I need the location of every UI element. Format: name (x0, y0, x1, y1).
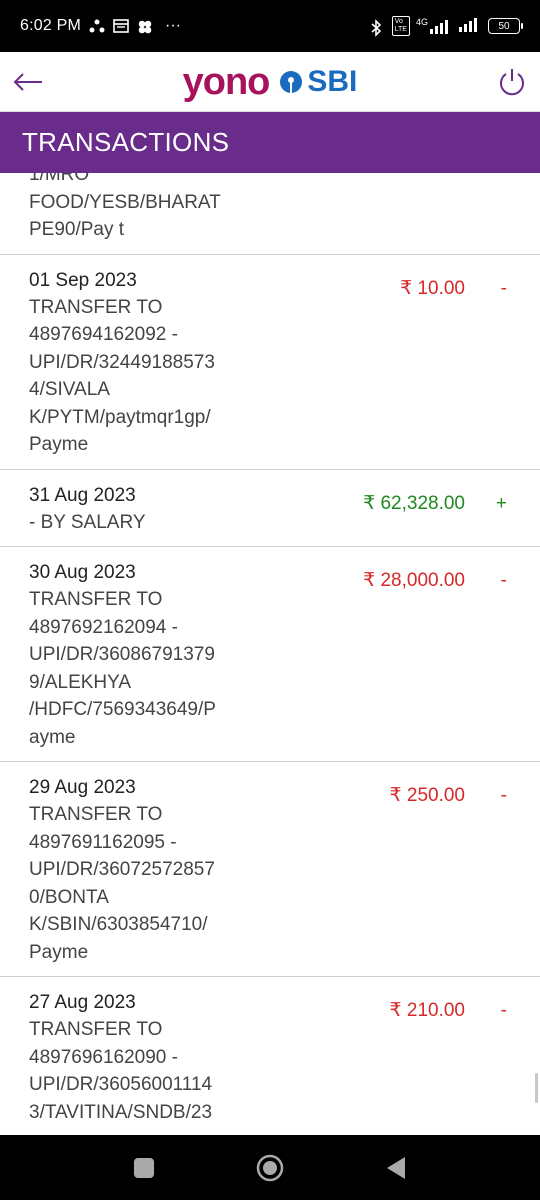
description-line: K/PYTM/paytmqr1gp/ (29, 406, 211, 428)
transaction-description: TRANSFER TO 4897694162092 - UPI/DR/3244918… (29, 294, 229, 459)
transaction-amount: ₹ 28,000.00 (363, 570, 465, 591)
transaction-sign: + (495, 492, 507, 514)
transaction-amount: ₹ 210.00 (389, 1000, 465, 1021)
network-type: 4G (415, 17, 428, 27)
home-button[interactable] (255, 1153, 285, 1183)
description-line: 4897692162094 - (29, 616, 178, 638)
transaction-item[interactable]: 29 Aug 2023 TRANSFER TO 4897691162095 - UPI… (0, 762, 540, 977)
description-line: TRANSFER TO (29, 296, 163, 318)
description-line: 4897691162095 - (29, 831, 177, 853)
description-line: FOOD/YESB/BHARAT (29, 191, 221, 213)
transaction-item[interactable]: 27 Aug 2023 TRANSFER TO 4897696162090 - UPI… (0, 977, 540, 1135)
status-right: Vo LTE 4G 50 (370, 16, 523, 37)
description-line: UPI/DR/32449188573 (29, 351, 215, 373)
description-line: 9/ALEKHYA (29, 671, 132, 693)
description-line: Payme (29, 434, 89, 455)
bluetooth-icon (370, 19, 386, 37)
description-line: PE90/Pay t (29, 219, 125, 240)
app-header: yono SBI (0, 52, 540, 112)
logo-sbi-text: SBI (307, 65, 358, 98)
sbi-keyhole-icon (280, 71, 303, 93)
recents-square-icon (134, 1157, 154, 1178)
transaction-list[interactable]: 1/MRO FOOD/YESB/BHARAT PE90/Pay t 01 Sep… (0, 173, 540, 1135)
battery-level: 50 (498, 20, 510, 32)
page-title: TRANSACTIONS (22, 127, 230, 157)
description-line: TRANSFER TO (29, 1019, 163, 1040)
battery-icon: 50 (488, 18, 523, 34)
back-nav-button[interactable] (381, 1153, 411, 1183)
transaction-sign: - (500, 785, 507, 806)
description-line: ayme (29, 726, 76, 748)
logo-yono-text: yono (182, 61, 271, 103)
transaction-item[interactable]: 01 Sep 2023 TRANSFER TO 4897694162092 - UPI… (0, 255, 540, 470)
logo-sbi: SBI (279, 62, 357, 102)
back-triangle-icon (387, 1156, 405, 1179)
description-line: TRANSFER TO (29, 804, 163, 825)
description-line: Payme (29, 941, 89, 963)
description-line: /HDFC/7569343649/P (29, 699, 216, 720)
status-bar: 6:02 PM ··· Vo LTE 4G 50 (0, 0, 540, 52)
description-line: 4897696162090 - (29, 1046, 178, 1068)
transaction-sign: - (500, 1000, 507, 1021)
transaction-items: 01 Sep 2023 TRANSFER TO 4897694162092 - UPI… (0, 255, 540, 1136)
description-line: 3/TAVITINA/SNDB/23 (29, 1101, 213, 1123)
transaction-sign: - (500, 570, 507, 591)
description-line: UPI/DR/36072572857 (29, 859, 215, 880)
signal-4g-icon: 4G (416, 18, 452, 34)
yono-sbi-logo: yono SBI (0, 62, 540, 102)
description-line: - BY SALARY (29, 511, 146, 533)
transaction-description: TRANSFER TO 4897696162090 - UPI/DR/3605600… (29, 1016, 229, 1126)
description-line: UPI/DR/36056001114 (29, 1074, 213, 1095)
transaction-description: 1/MRO FOOD/YESB/BHARAT PE90/Pay t (29, 173, 229, 244)
share-icon (89, 19, 105, 33)
description-line: K/SBIN/6303854710/ (29, 914, 208, 935)
transaction-amount: ₹ 62,328.00 (363, 492, 465, 514)
transaction-item-partial[interactable]: 1/MRO FOOD/YESB/BHARAT PE90/Pay t (0, 173, 540, 255)
power-icon (500, 69, 524, 96)
transaction-description: TRANSFER TO 4897692162094 - UPI/DR/3608679… (29, 586, 229, 751)
transaction-sign: - (500, 277, 507, 299)
transaction-item[interactable]: 31 Aug 2023- BY SALARY ₹ 62,328.00 + (0, 470, 540, 547)
description-line: 1/MRO (29, 173, 90, 185)
system-nav-bar (0, 1135, 540, 1200)
pinwheel-icon (137, 19, 153, 34)
description-line: 4897694162092 - (29, 324, 178, 345)
description-line: TRANSFER TO (29, 589, 163, 610)
title-bar: TRANSACTIONS (0, 112, 540, 173)
transaction-amount: ₹ 10.00 (400, 277, 465, 299)
recents-button[interactable] (129, 1153, 159, 1183)
description-line: 0/BONTA (29, 886, 109, 908)
calendar-icon (113, 19, 129, 33)
status-time: 6:02 PM (20, 17, 81, 34)
transaction-item[interactable]: 30 Aug 2023 TRANSFER TO 4897692162094 - UPI… (0, 547, 540, 762)
status-left: 6:02 PM ··· (20, 17, 181, 35)
description-line: UPI/DR/36086791379 (29, 644, 215, 665)
more-notifications-icon: ··· (165, 17, 181, 34)
transaction-description: TRANSFER TO 4897691162095 - UPI/DR/3607257… (29, 801, 229, 966)
volte-icon: Vo LTE (391, 16, 410, 36)
description-line: 4/SIVALA (29, 379, 110, 400)
logout-button[interactable] (496, 66, 528, 98)
transaction-description: - BY SALARY (29, 509, 229, 537)
scroll-indicator[interactable] (535, 1073, 538, 1103)
transaction-amount: ₹ 250.00 (389, 785, 465, 806)
home-circle-icon (256, 1154, 284, 1181)
signal-icon (458, 16, 482, 37)
